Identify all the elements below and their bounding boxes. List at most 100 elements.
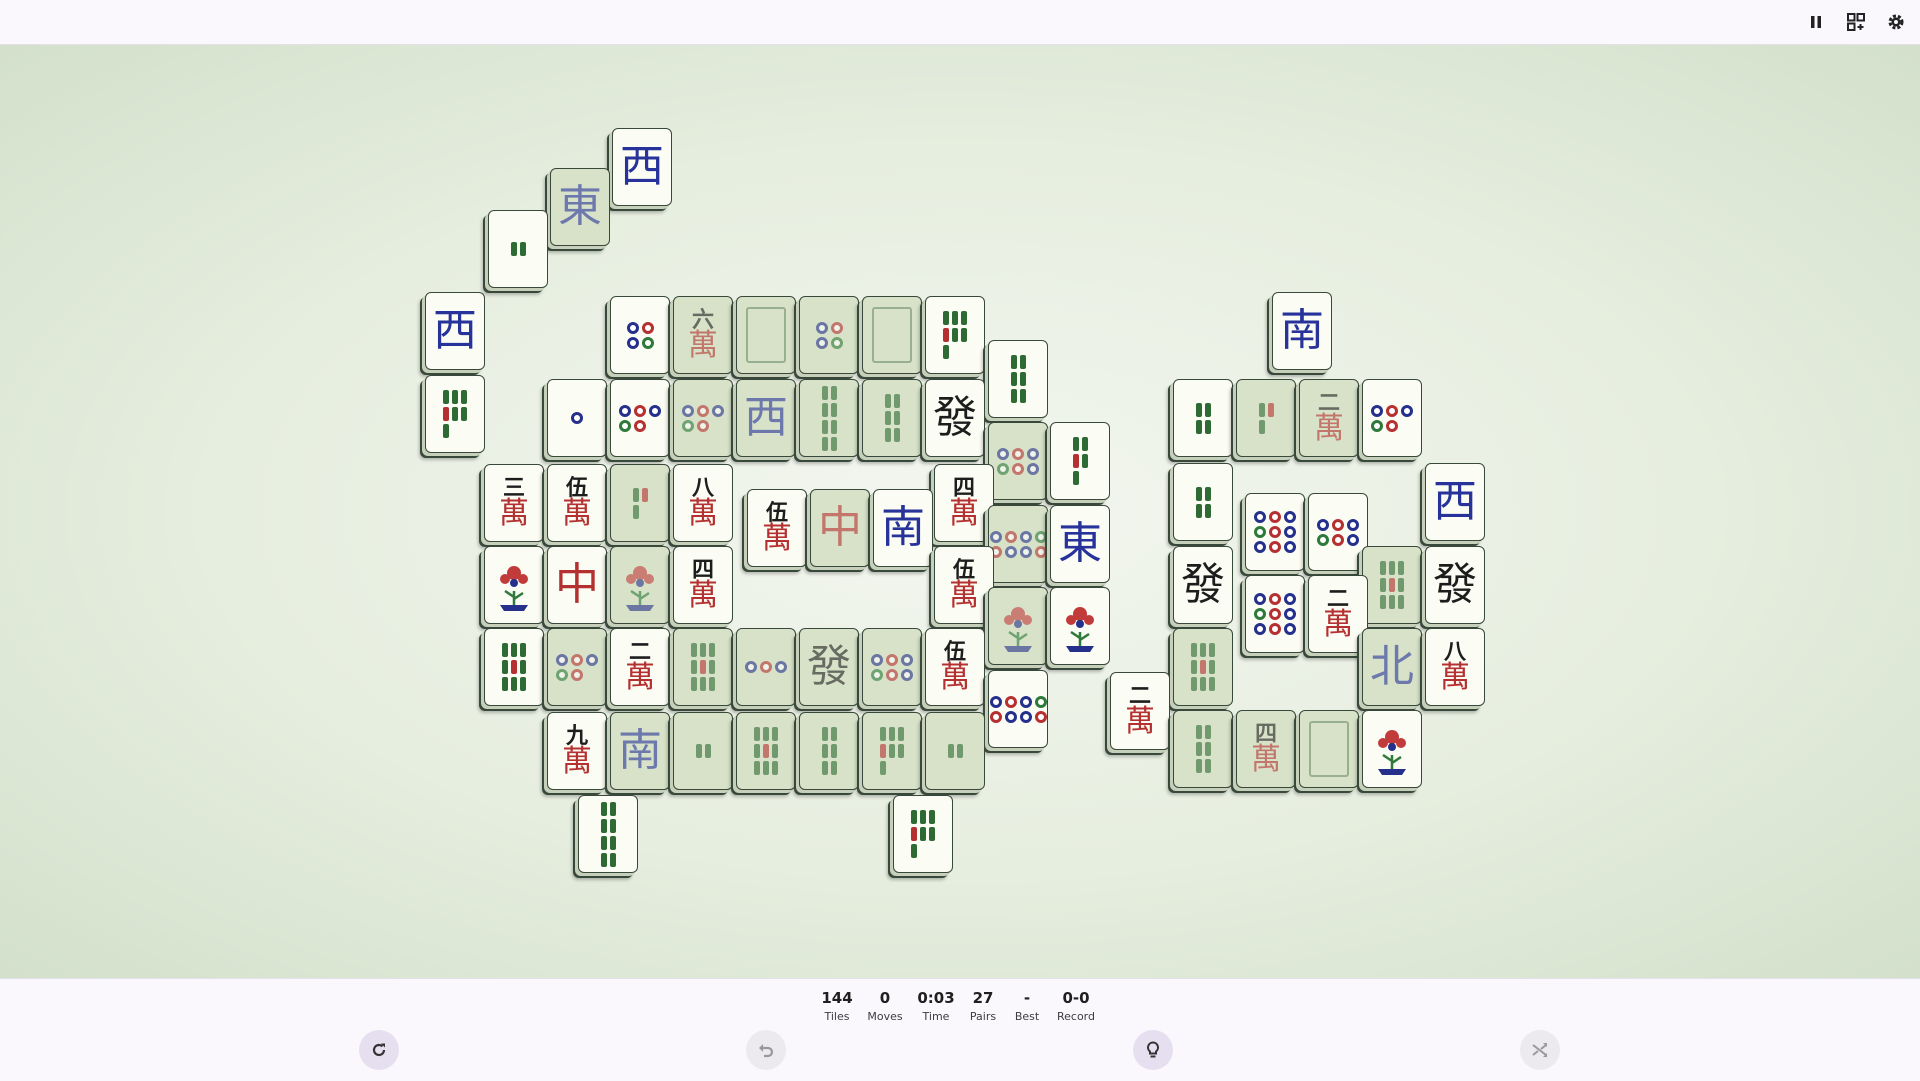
mahjong-tile[interactable]: 南	[1272, 292, 1332, 370]
mahjong-tile[interactable]	[1173, 463, 1233, 541]
settings-button[interactable]	[1883, 9, 1909, 35]
mahjong-tile[interactable]: 四萬	[934, 464, 994, 542]
layout-button[interactable]	[1843, 9, 1869, 35]
mahjong-tile[interactable]: 八萬	[673, 464, 733, 542]
mahjong-tile[interactable]	[1362, 379, 1422, 457]
mahjong-tile[interactable]: 發	[1425, 546, 1485, 624]
wan-symbol: 萬	[562, 744, 592, 779]
mahjong-tile[interactable]	[736, 628, 796, 706]
mahjong-tile[interactable]	[736, 296, 796, 374]
mahjong-tile[interactable]: 伍萬	[925, 628, 985, 706]
mahjong-tile[interactable]	[673, 712, 733, 790]
mahjong-tile[interactable]	[1173, 628, 1233, 706]
mahjong-tile[interactable]	[610, 379, 670, 457]
mahjong-tile[interactable]	[988, 340, 1048, 418]
mahjong-tile[interactable]: 三萬	[484, 464, 544, 542]
mahjong-tile[interactable]	[425, 375, 485, 453]
mahjong-tile[interactable]: 中	[810, 489, 870, 567]
mahjong-tile[interactable]	[988, 587, 1048, 665]
mahjong-tile[interactable]: 西	[425, 292, 485, 370]
mahjong-tile[interactable]: 發	[925, 379, 985, 457]
pause-button[interactable]	[1803, 9, 1829, 35]
mahjong-tile[interactable]	[1362, 710, 1422, 788]
mahjong-tile[interactable]	[1362, 546, 1422, 624]
mahjong-tile[interactable]	[862, 712, 922, 790]
mahjong-tile[interactable]: 八萬	[1425, 628, 1485, 706]
mahjong-tile[interactable]	[988, 670, 1048, 748]
mahjong-tile[interactable]: 南	[610, 712, 670, 790]
mahjong-tile[interactable]: 發	[799, 628, 859, 706]
mahjong-tile[interactable]	[799, 379, 859, 457]
mahjong-tile[interactable]: 發	[1173, 546, 1233, 624]
mahjong-tile[interactable]	[578, 795, 638, 873]
mahjong-tile[interactable]	[673, 628, 733, 706]
mahjong-tile[interactable]	[547, 628, 607, 706]
mahjong-tile[interactable]	[736, 712, 796, 790]
mahjong-tile[interactable]: 二萬	[1308, 575, 1368, 653]
mahjong-tile[interactable]: 九萬	[547, 712, 607, 790]
character-face: 九萬	[562, 725, 592, 777]
mahjong-tile[interactable]	[610, 546, 670, 624]
hint-button[interactable]	[1133, 1030, 1173, 1070]
character-face: 四萬	[949, 477, 979, 529]
mahjong-tile[interactable]	[862, 628, 922, 706]
mahjong-tile[interactable]	[547, 379, 607, 457]
mahjong-tile[interactable]: 二萬	[610, 628, 670, 706]
wan-symbol: 萬	[688, 578, 718, 613]
mahjong-tile[interactable]: 四萬	[1236, 710, 1296, 788]
mahjong-tile[interactable]	[1173, 710, 1233, 788]
mahjong-tile[interactable]	[1173, 379, 1233, 457]
mahjong-tile[interactable]	[1245, 575, 1305, 653]
bamboo-7-icon	[880, 727, 904, 775]
mahjong-tile[interactable]	[488, 210, 548, 288]
mahjong-tile[interactable]: 南	[873, 489, 933, 567]
mahjong-tile[interactable]: 伍萬	[934, 546, 994, 624]
character-face: 八萬	[688, 477, 718, 529]
mahjong-tile[interactable]	[988, 505, 1048, 583]
mahjong-tile[interactable]: 西	[736, 379, 796, 457]
mahjong-tile[interactable]	[1308, 493, 1368, 571]
mahjong-tile[interactable]	[484, 546, 544, 624]
bamboo-6-icon	[884, 394, 900, 442]
mahjong-tile[interactable]	[925, 296, 985, 374]
mahjong-tile[interactable]	[893, 795, 953, 873]
mahjong-tile[interactable]: 二萬	[1110, 672, 1170, 750]
bamboo-7-icon	[911, 810, 935, 858]
character-face: 二萬	[625, 641, 655, 693]
mahjong-tile[interactable]	[799, 296, 859, 374]
circles-6-icon	[1317, 518, 1359, 546]
mahjong-tile[interactable]: 西	[1425, 463, 1485, 541]
mahjong-tile[interactable]	[988, 422, 1048, 500]
mahjong-tile[interactable]: 二萬	[1299, 379, 1359, 457]
mahjong-tile[interactable]	[1245, 493, 1305, 571]
mahjong-tile[interactable]	[610, 464, 670, 542]
circles-8-icon	[989, 695, 1047, 723]
mahjong-tile[interactable]	[484, 628, 544, 706]
mahjong-tile[interactable]	[799, 712, 859, 790]
shuffle-button[interactable]	[1520, 1030, 1560, 1070]
mahjong-tile[interactable]	[862, 296, 922, 374]
mahjong-tile[interactable]: 中	[547, 546, 607, 624]
mahjong-tile[interactable]: 西	[612, 128, 672, 206]
mahjong-tile[interactable]: 六萬	[673, 296, 733, 374]
mahjong-tile[interactable]	[673, 379, 733, 457]
mahjong-tile[interactable]	[610, 296, 670, 374]
undo-button[interactable]	[746, 1030, 786, 1070]
mahjong-tile[interactable]: 四萬	[673, 546, 733, 624]
mahjong-tile[interactable]: 東	[550, 168, 610, 246]
restart-button[interactable]	[359, 1030, 399, 1070]
wan-symbol: 萬	[499, 496, 529, 531]
mahjong-tile[interactable]: 伍萬	[747, 489, 807, 567]
mahjong-tile[interactable]	[1050, 422, 1110, 500]
flower-icon	[1004, 607, 1032, 652]
circles-4-icon	[815, 321, 843, 349]
tile-glyph: 中	[818, 502, 862, 553]
mahjong-tile[interactable]: 北	[1362, 628, 1422, 706]
mahjong-tile[interactable]	[1236, 379, 1296, 457]
mahjong-tile[interactable]	[1299, 710, 1359, 788]
mahjong-tile[interactable]: 東	[1050, 505, 1110, 583]
mahjong-tile[interactable]	[862, 379, 922, 457]
mahjong-tile[interactable]	[925, 712, 985, 790]
mahjong-tile[interactable]: 伍萬	[547, 464, 607, 542]
mahjong-tile[interactable]	[1050, 587, 1110, 665]
